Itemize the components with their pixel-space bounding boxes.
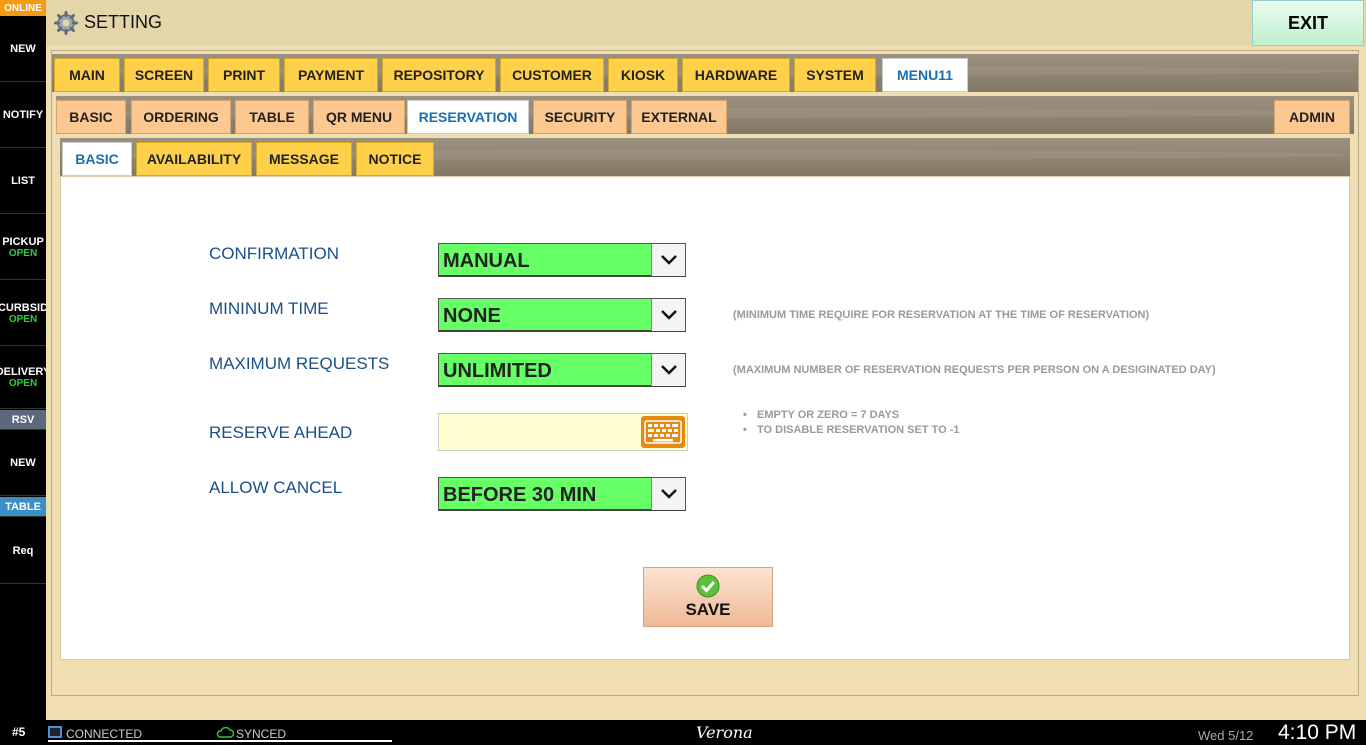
sidebar-item-label: TABLE — [5, 500, 41, 513]
sync-status: SYNCED — [236, 727, 287, 741]
maximum-requests-hint: (MAXIMUM NUMBER OF RESERVATION REQUESTS … — [733, 364, 1216, 376]
tab-customer[interactable]: CUSTOMER — [500, 58, 604, 92]
check-circle-icon — [696, 574, 720, 598]
monitor-icon — [48, 726, 62, 738]
chevron-down-icon[interactable] — [651, 478, 685, 510]
online-label: ONLINE — [4, 2, 42, 14]
tab-basic-inner[interactable]: BASIC — [62, 142, 132, 176]
minimum-time-label: MININUM TIME — [209, 299, 329, 318]
exit-button[interactable]: EXIT — [1252, 0, 1364, 46]
title-bar: SETTING EXIT — [46, 0, 1366, 46]
tab-notice[interactable]: NOTICE — [356, 142, 434, 176]
reserve-ahead-notes: EMPTY OR ZERO = 7 DAYS TO DISABLE RESERV… — [743, 408, 960, 438]
tab-payment[interactable]: PAYMENT — [284, 58, 378, 92]
status-date: Wed 5/12 — [1198, 728, 1254, 743]
allow-cancel-value: BEFORE 30 MIN — [443, 484, 597, 506]
keyboard-icon[interactable] — [641, 416, 685, 448]
reservation-basic-form: CONFIRMATION MANUAL MININUM TIME NONE (M… — [60, 176, 1350, 660]
inner-tab-bar: BASIC AVAILABILITY MESSAGE NOTICE — [60, 138, 1350, 176]
station-number: #5 — [12, 725, 26, 739]
sidebar-item-label: NEW — [10, 43, 36, 55]
settings-panel: MAIN SCREEN PRINT PAYMENT REPOSITORY CUS… — [51, 50, 1359, 696]
note-item: TO DISABLE RESERVATION SET TO -1 — [743, 423, 959, 438]
main-tab-bar: MAIN SCREEN PRINT PAYMENT REPOSITORY CUS… — [52, 54, 1358, 92]
maximum-requests-dropdown[interactable]: UNLIMITED — [438, 353, 686, 387]
tab-menu11[interactable]: MENU11 — [882, 58, 968, 92]
sidebar-item-req[interactable]: Req — [0, 518, 46, 584]
minimum-time-hint: (MINIMUM TIME REQUIRE FOR RESERVATION AT… — [733, 309, 1150, 321]
tab-ordering[interactable]: ORDERING — [131, 100, 231, 134]
sidebar-item-label: NOTIFY — [2, 109, 44, 121]
brand-name: Verona — [696, 723, 753, 742]
sidebar-item-table[interactable]: TABLE — [0, 497, 46, 517]
sidebar-item-label: CURBSID — [0, 301, 46, 314]
tab-system[interactable]: SYSTEM — [794, 58, 876, 92]
save-label: SAVE — [685, 600, 731, 619]
sidebar-item-new[interactable]: NEW — [0, 17, 46, 82]
confirmation-value: MANUAL — [443, 250, 530, 272]
tab-basic[interactable]: BASIC — [56, 100, 126, 134]
tab-message[interactable]: MESSAGE — [256, 142, 352, 176]
tab-table[interactable]: TABLE — [235, 100, 309, 134]
gear-icon — [54, 11, 78, 35]
sidebar-item-label: DELIVERY — [0, 366, 46, 378]
sidebar-item-rsv[interactable]: RSV — [0, 410, 46, 430]
sidebar-item-list[interactable]: LIST — [0, 149, 46, 214]
online-status-badge: ONLINE — [0, 0, 46, 16]
confirmation-label: CONFIRMATION — [209, 244, 340, 263]
tab-reservation[interactable]: RESERVATION — [407, 100, 529, 134]
confirmation-dropdown[interactable]: MANUAL — [438, 243, 686, 277]
chevron-down-icon[interactable] — [651, 244, 685, 276]
status-divider — [48, 740, 392, 742]
sidebar-item-label: LIST — [11, 175, 35, 187]
sidebar-item-notify[interactable]: NOTIFY — [0, 83, 46, 148]
tab-admin[interactable]: ADMIN — [1274, 100, 1350, 134]
sidebar-item-label: Req — [12, 544, 34, 557]
left-sidebar: ONLINE NEW NOTIFY LIST PICKUP OPEN CURBSI… — [0, 0, 46, 720]
tab-main[interactable]: MAIN — [54, 58, 120, 92]
tab-external[interactable]: EXTERNAL — [631, 100, 727, 134]
chevron-down-icon[interactable] — [651, 354, 685, 386]
status-time: 4:10 PM — [1278, 721, 1357, 744]
sidebar-item-status: OPEN — [8, 313, 38, 325]
reserve-ahead-label: RESERVE AHEAD — [209, 423, 353, 442]
sidebar-item-curbside[interactable]: CURBSID OPEN — [0, 281, 46, 346]
sidebar-item-status: OPEN — [8, 378, 38, 389]
sidebar-item-label: NEW — [10, 457, 36, 469]
tab-kiosk[interactable]: KIOSK — [608, 58, 678, 92]
sidebar-item-status: OPEN — [8, 247, 38, 259]
allow-cancel-label: ALLOW CANCEL — [209, 478, 343, 497]
reserve-ahead-input[interactable] — [438, 413, 688, 451]
status-bar: #5 CONNECTED SYNCED Verona Wed 5/12 4:10… — [0, 720, 1366, 745]
note-item: EMPTY OR ZERO = 7 DAYS — [743, 408, 960, 423]
sub-tab-bar: BASIC ORDERING TABLE QR MENU RESERVATION… — [56, 96, 1354, 134]
minimum-time-dropdown[interactable]: NONE — [438, 298, 686, 332]
allow-cancel-dropdown[interactable]: BEFORE 30 MIN — [438, 477, 686, 511]
tab-security[interactable]: SECURITY — [533, 100, 627, 134]
maximum-requests-label: MAXIMUM REQUESTS — [209, 354, 390, 373]
sidebar-item-pickup[interactable]: PICKUP OPEN — [0, 215, 46, 280]
connection-status: CONNECTED — [66, 727, 143, 741]
page-title: SETTING — [84, 12, 163, 32]
sidebar-item-label: RSV — [11, 413, 35, 426]
sidebar-item-delivery[interactable]: DELIVERYOPEN — [0, 347, 46, 409]
save-button[interactable]: SAVE — [643, 567, 773, 627]
tab-qr-menu[interactable]: QR MENU — [313, 100, 405, 134]
main-area: SETTING EXIT MAIN SCREEN PRINT PAYMENT R… — [46, 0, 1366, 720]
maximum-requests-value: UNLIMITED — [443, 360, 552, 382]
tab-hardware[interactable]: HARDWARE — [682, 58, 790, 92]
minimum-time-value: NONE — [443, 305, 501, 327]
sidebar-item-label: PICKUP — [2, 235, 44, 248]
tab-print[interactable]: PRINT — [208, 58, 280, 92]
sidebar-item-rsv-new[interactable]: NEW — [0, 431, 46, 496]
tab-screen[interactable]: SCREEN — [124, 58, 204, 92]
tab-repository[interactable]: REPOSITORY — [382, 58, 496, 92]
tab-availability[interactable]: AVAILABILITY — [136, 142, 252, 176]
chevron-down-icon[interactable] — [651, 299, 685, 331]
cloud-icon — [216, 726, 234, 738]
